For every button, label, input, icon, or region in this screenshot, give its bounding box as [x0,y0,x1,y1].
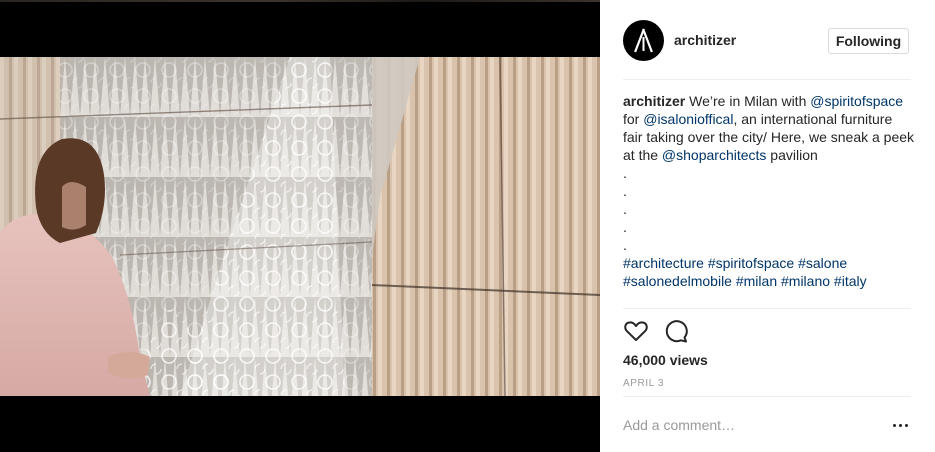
more-options-icon [893,424,896,427]
actions-divider [623,308,911,309]
more-options-icon [899,424,902,427]
add-comment-input[interactable] [623,414,873,436]
hashtag-link[interactable]: #spiritofspace [708,255,794,271]
post-header: architizer Following [600,0,935,80]
video-still-image [0,57,600,396]
hashtag-link[interactable]: #milano [781,273,830,289]
architizer-logo-icon [634,28,653,53]
post-date[interactable]: APRIL 3 [623,378,664,389]
author-username[interactable]: architizer [674,32,736,48]
comment-divider [623,396,911,397]
like-button[interactable] [623,318,651,346]
caption-text-2: for [623,111,644,127]
hashtag-link[interactable]: #italy [834,273,867,289]
caption-text-4: pavilion [766,147,818,163]
mention-isalonioffical[interactable]: @isalonioffical [643,111,733,127]
media-top-strip [0,0,600,2]
hashtag-link[interactable]: #salonedelmobile [623,273,732,289]
post-side-panel: architizer Following architizer We’re in… [600,0,935,452]
caption-author[interactable]: architizer [623,93,685,109]
caption-dot: . [623,219,627,235]
heart-icon [624,321,648,341]
following-button[interactable]: Following [828,28,909,54]
more-options-icon [905,424,908,427]
mention-shoparchitects[interactable]: @shoparchitects [662,147,766,163]
caption-hashtags: #architecture #spiritofspace #salone #sa… [623,254,915,290]
caption-dot: . [623,165,627,181]
hashtag-link[interactable]: #milan [736,273,777,289]
post-caption: architizer We’re in Milan with @spiritof… [623,92,915,306]
more-options-button[interactable] [891,414,911,436]
caption-dot: . [623,201,627,217]
hashtag-link[interactable]: #salone [798,255,847,271]
video-frame[interactable] [0,57,600,396]
post-actions [623,318,743,346]
caption-dot: . [623,237,627,253]
comment-bubble-icon [665,320,688,343]
author-avatar[interactable] [623,20,664,61]
view-count[interactable]: 46,000 views [623,352,708,368]
hashtag-link[interactable]: #architecture [623,255,704,271]
caption-text-1: We’re in Milan with [685,93,811,109]
post-media[interactable] [0,0,600,452]
mention-spiritofspace[interactable]: @spiritofspace [810,93,903,109]
caption-dot: . [623,183,627,199]
comment-button[interactable] [663,318,691,346]
header-divider [623,79,911,80]
